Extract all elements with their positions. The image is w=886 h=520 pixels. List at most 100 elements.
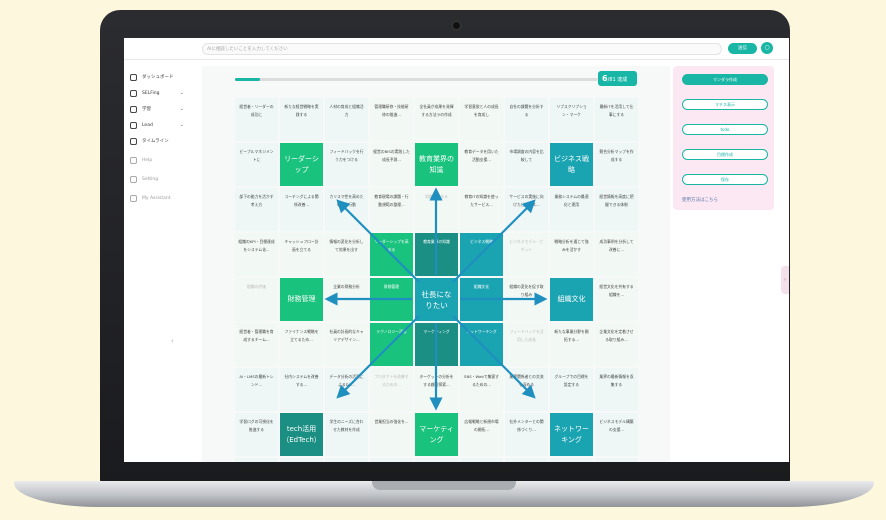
mandala-cell[interactable]: 自社の課題を分析する — [505, 98, 548, 141]
mandala-cell[interactable]: 管理職研修・技能研修の推進... — [370, 98, 413, 141]
mandala-cell[interactable]: 情報の変化を分析して効果を出す — [325, 233, 368, 276]
mandala-cell[interactable] — [595, 458, 638, 462]
mandala-cell[interactable]: 財務管理 — [370, 278, 413, 321]
mandala-cell[interactable]: 組織の変化を促す取り組み — [505, 278, 548, 321]
mandala-cell[interactable]: 社長になりたい — [415, 278, 458, 321]
mandala-cell[interactable]: 経営文化を共有する組織を... — [595, 278, 638, 321]
mandala-cell[interactable]: 社外メンターとの関係づくり... — [505, 413, 548, 456]
mandala-cell[interactable]: ネットワーキング — [460, 323, 503, 366]
mandala-cell[interactable]: 学習意欲と人の成長を育成し — [460, 98, 503, 141]
mandala-cell[interactable]: リブスクリプション・マーケ — [550, 98, 593, 141]
panel-button-2[interactable]: todo — [682, 124, 768, 135]
mandala-cell[interactable]: 教育現場の課題・行動規範の整理... — [370, 188, 413, 231]
chevron-down-icon[interactable]: ⌄ — [180, 122, 184, 128]
collapse-sidebar-icon[interactable]: ‹ — [171, 337, 174, 345]
mandala-cell[interactable]: 広報戦略と新規市場の開拓... — [460, 413, 503, 456]
mandala-cell[interactable]: 市場調査の内容を比較して — [505, 143, 548, 186]
mandala-cell[interactable] — [550, 458, 593, 462]
panel-button-0[interactable]: マンダラ作成 — [682, 74, 768, 85]
mandala-cell[interactable] — [280, 458, 323, 462]
mandala-cell[interactable]: 学生のニーズに合わせた教材を作成 — [325, 413, 368, 456]
mandala-cell[interactable] — [460, 458, 503, 462]
mandala-cell[interactable]: AI・LMSの最新トレンド... — [235, 368, 278, 411]
mandala-cell[interactable]: 教育業界の知識 — [415, 233, 458, 276]
user-avatar-icon[interactable]: ○ — [761, 42, 773, 54]
mandala-cell[interactable]: カリスマ性を高めた戦略的行動 — [325, 188, 368, 231]
mandala-cell[interactable]: データ分析の活用によるDX... — [325, 368, 368, 411]
sidebar-item-1[interactable]: SELFing ⌄ — [130, 88, 186, 98]
send-button[interactable]: 送信 — [728, 43, 757, 54]
mandala-cell[interactable]: マーケティング — [415, 413, 458, 456]
mandala-cell[interactable]: 営業担当の強化を... — [370, 413, 413, 456]
mandala-cell[interactable]: 競合分析マップを作成する — [595, 143, 638, 186]
mandala-cell[interactable]: サービスの実施に向けたビジネス... — [505, 188, 548, 231]
mandala-cell[interactable]: 組織文化 — [460, 278, 503, 321]
mandala-cell[interactable]: 企業文化を定着させる取り組み... — [595, 323, 638, 366]
mandala-cell[interactable]: 教育ITの知識を使ったサービス... — [460, 188, 503, 231]
mandala-cell[interactable]: ビジネス戦略 — [460, 233, 503, 276]
mandala-cell[interactable]: ネットワーキング — [550, 413, 593, 456]
mandala-cell[interactable]: フィードバックを活用した成長 — [505, 323, 548, 366]
mandala-cell[interactable]: ビジネスモデル・ピボット — [505, 233, 548, 276]
chevron-down-icon[interactable]: ⌄ — [180, 90, 184, 96]
mandala-cell[interactable] — [325, 458, 368, 462]
mandala-cell[interactable]: ターゲットの分析をする顧客探索... — [415, 368, 458, 411]
sidebar-item-4[interactable]: タイムライン — [130, 136, 186, 146]
mandala-cell[interactable]: 新たな事業分野を開拓する... — [550, 323, 593, 366]
mandala-cell[interactable]: SNS・Webで集客するための... — [460, 368, 503, 411]
mandala-cell[interactable]: ファイナンス戦略を立てるため... — [280, 323, 323, 366]
mandala-cell[interactable]: マーケティング — [415, 323, 458, 366]
mandala-cell[interactable]: 経営情報を高度に把握できる体制 — [595, 188, 638, 231]
mandala-cell[interactable]: キャッシュフロー計画を立てる — [280, 233, 323, 276]
mandala-cell[interactable]: 人材の育成と組織活力 — [325, 98, 368, 141]
panel-button-3[interactable]: 目標作成 — [682, 149, 768, 160]
mandala-cell[interactable]: 新たな経営戦略を実践する — [280, 98, 323, 141]
mandala-cell[interactable]: テクノロジー活用 — [370, 323, 413, 366]
mandala-cell[interactable]: リーダーシップ — [280, 143, 323, 186]
mandala-cell[interactable]: フィードバックを行う力をつける — [325, 143, 368, 186]
mandala-cell[interactable]: 知識を深める — [415, 188, 458, 231]
mandala-cell[interactable]: 企業の財務分析 — [325, 278, 368, 321]
mandala-cell[interactable] — [505, 458, 548, 462]
ai-search-input[interactable]: AIに相談したいことを入力してください — [202, 43, 722, 55]
mandala-cell[interactable]: プロダクトを改善するための... — [370, 368, 413, 411]
panel-button-4[interactable]: 保存 — [682, 174, 768, 185]
mandala-cell[interactable]: 教育業界の知識 — [415, 143, 458, 186]
sidebar-item-7[interactable]: My Assistant — [130, 193, 186, 203]
panel-handle[interactable]: › — [781, 266, 789, 294]
mandala-cell[interactable]: 成功事例を分析して改善に... — [595, 233, 638, 276]
mandala-cell[interactable]: 最新ITを活用して仕事にする — [595, 98, 638, 141]
mandala-cell[interactable]: 組織の評価 — [235, 278, 278, 321]
mandala-cell[interactable]: グループでの目標を設定する — [550, 368, 593, 411]
mandala-cell[interactable]: ビープルマネジメントに — [235, 143, 278, 186]
usage-link[interactable]: 使用方法はこちら — [682, 197, 718, 203]
mandala-cell[interactable]: 組織のKPI・目標達成をシステム化... — [235, 233, 278, 276]
mandala-cell[interactable]: 経営のBISの実践した成長予測... — [370, 143, 413, 186]
mandala-cell[interactable] — [370, 458, 413, 462]
mandala-cell[interactable]: 業界の最新情報を収集する — [595, 368, 638, 411]
mandala-cell[interactable]: 組織文化 — [550, 278, 593, 321]
chevron-down-icon[interactable]: ⌄ — [180, 106, 184, 112]
mandala-cell[interactable]: 財務管理 — [280, 278, 323, 321]
mandala-cell[interactable]: 学習ログの可視化を推進する — [235, 413, 278, 456]
mandala-cell[interactable]: 部下の能力を活かす考え方 — [235, 188, 278, 231]
mandala-cell[interactable]: tech活用（EdTech） — [280, 413, 323, 456]
mandala-cell[interactable]: リーダーシップを高める — [370, 233, 413, 276]
mandala-cell[interactable]: ビジネスモデル構築の支援... — [595, 413, 638, 456]
mandala-cell[interactable]: 業界関係者との交流を深める — [505, 368, 548, 411]
mandala-cell[interactable]: 教育データを用いた活動支援... — [460, 143, 503, 186]
mandala-cell[interactable] — [235, 458, 278, 462]
mandala-cell[interactable] — [415, 458, 458, 462]
mandala-cell[interactable]: ビジネス戦略 — [550, 143, 593, 186]
mandala-cell[interactable]: 戦略分析を通じて強みを活かす — [550, 233, 593, 276]
mandala-cell[interactable]: 全社員が成果を発揮する方法ラの作成 — [415, 98, 458, 141]
mandala-cell[interactable]: 経営者・管理職を育成するチーム... — [235, 323, 278, 366]
mandala-cell[interactable]: コーチングによる関係改善... — [280, 188, 323, 231]
panel-button-1[interactable]: マチス表示 — [682, 99, 768, 110]
mandala-cell[interactable]: 社内システムを改善する... — [280, 368, 323, 411]
mandala-cell[interactable]: 社員の計画的なキャリアデザイン... — [325, 323, 368, 366]
mandala-cell[interactable]: 経営者・リーダーの成功に — [235, 98, 278, 141]
mandala-cell[interactable]: 業務システムの最適化と運用 — [550, 188, 593, 231]
sidebar-item-0[interactable]: ダッシュボード — [130, 72, 186, 82]
sidebar-item-3[interactable]: Lead ⌄ — [130, 120, 186, 130]
